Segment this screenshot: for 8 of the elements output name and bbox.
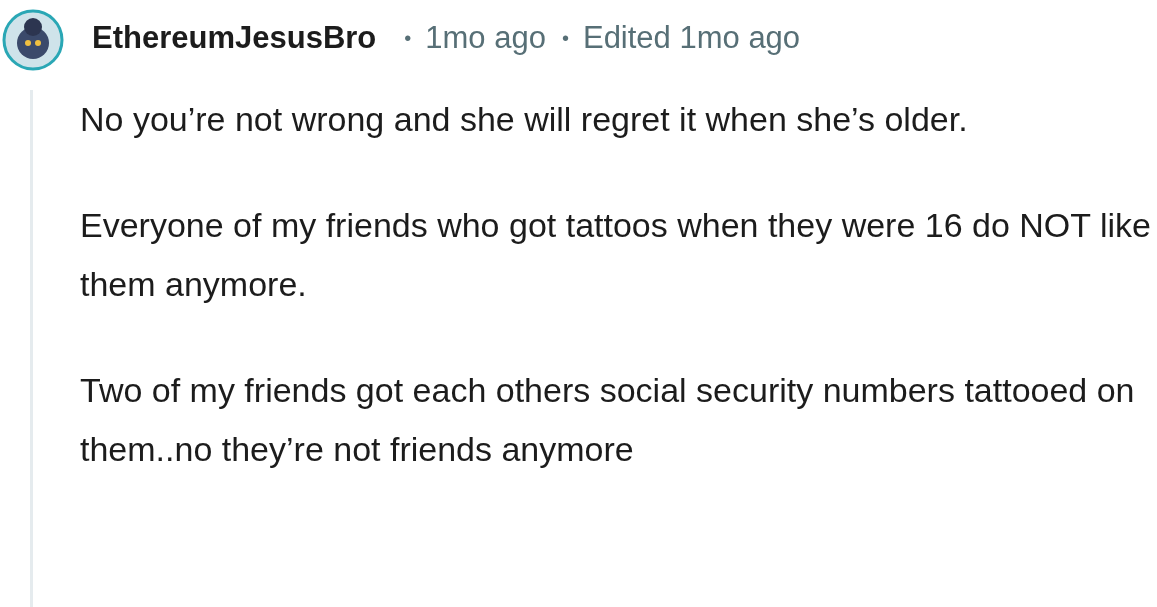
timestamp: 1mo ago [425,20,546,56]
comment-paragraph: Everyone of my friends who got tattoos when they were 16 do NOT like them anymore. [80,205,1152,305]
comment-paragraph: No you’re not wrong and she will regret it when she’s older. [80,99,969,140]
separator-dot: • [561,26,569,50]
username-link[interactable]: EthereumJesusBro [92,20,377,56]
separator-dot: • [404,26,412,50]
edited-label: Edited 1mo ago [582,20,801,56]
comment-paragraph: Two of my friends got each others social security numbers tattooed on them..no they’re not friends anymore [80,370,1136,470]
